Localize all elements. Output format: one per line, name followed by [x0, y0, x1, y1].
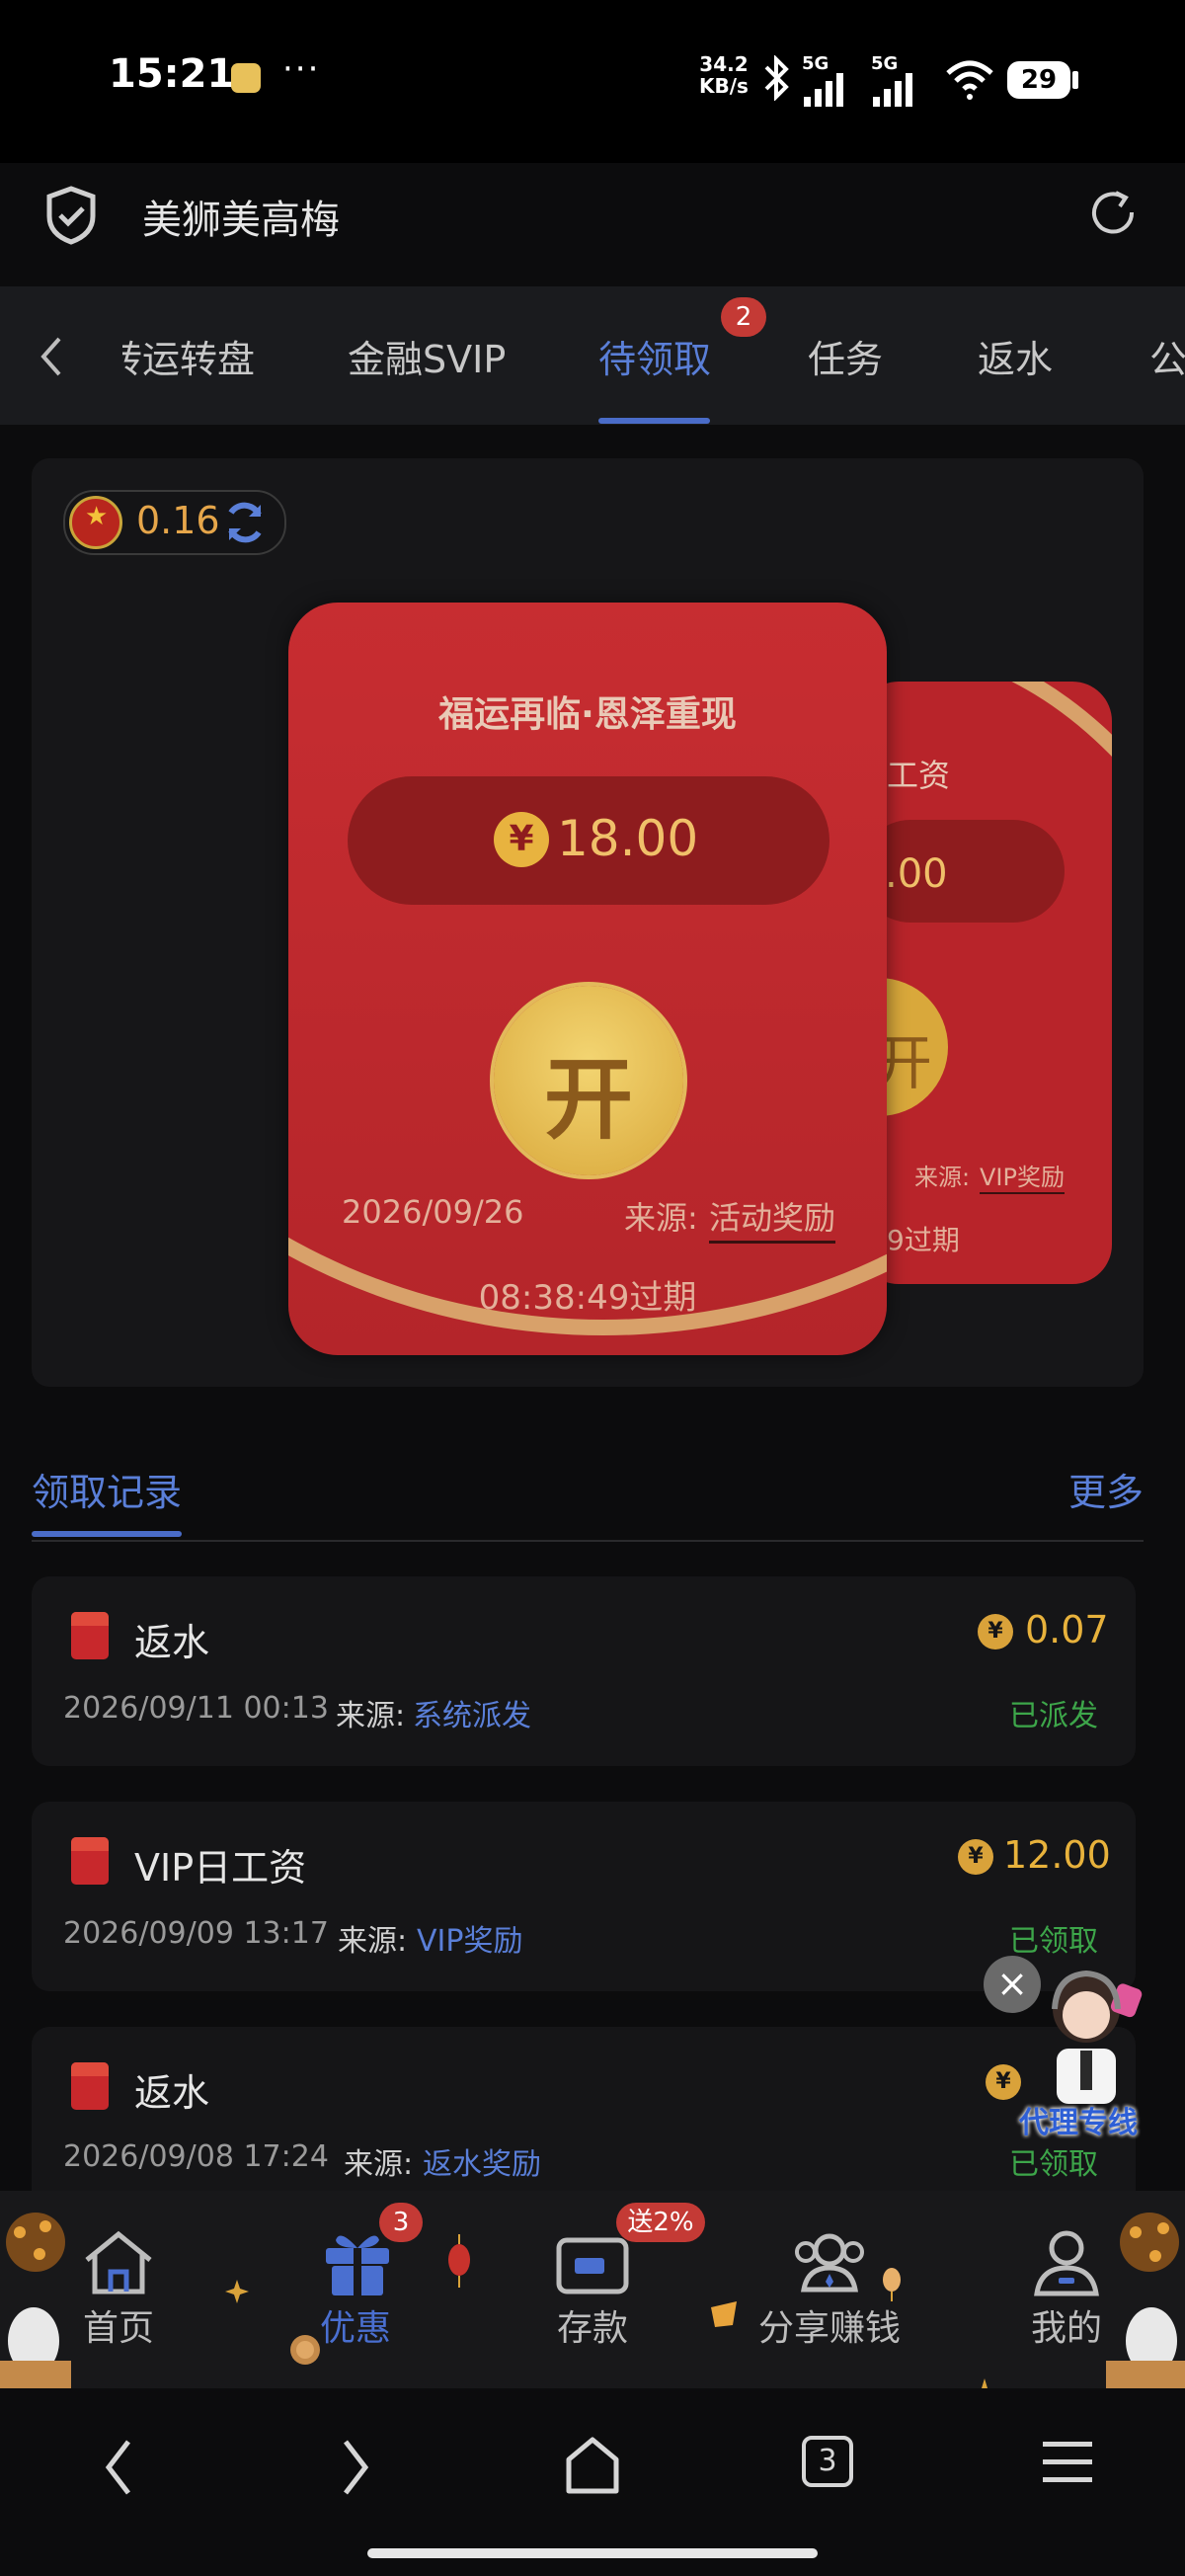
agent-close-button[interactable]: × [984, 1956, 1041, 2013]
envelope-expire-countdown: 08:38:49过期 [478, 1278, 697, 1318]
battery-indicator: 29 [1007, 61, 1070, 99]
agent-hotline-label[interactable]: 代理专线 [1019, 2098, 1138, 2141]
record-source: 系统派发 [413, 1699, 531, 1733]
signal-1-icon: 5G [802, 55, 847, 113]
record-status: 已派发 [1009, 1699, 1098, 1733]
envelope-next-source-label: 来源: [914, 1164, 971, 1191]
browser-menu-icon[interactable] [1041, 2440, 1094, 2485]
yen-icon: ¥ [958, 1839, 993, 1875]
lantern-decoration-icon [883, 2268, 901, 2301]
tab-tasks[interactable]: 任务 [808, 329, 883, 383]
pending-count-badge: 2 [721, 297, 766, 337]
notification-app-icon [231, 63, 261, 93]
wallet-balance: 0.16 [136, 499, 220, 542]
nav-home-label: 首页 [82, 2308, 154, 2349]
status-time: 15:21 [109, 51, 235, 97]
record-source-label: 来源: [336, 1699, 406, 1733]
bluetooth-icon [764, 55, 789, 101]
shield-check-icon[interactable] [43, 185, 99, 246]
record-amount: 0.07 [1025, 1608, 1109, 1651]
home-icon [85, 2230, 152, 2294]
envelope-amount: 18.00 [557, 810, 699, 867]
records-divider [32, 1540, 1144, 1542]
envelope-next-expire: 9过期 [887, 1224, 960, 1256]
user-profile-icon [1034, 2230, 1099, 2296]
gesture-home-indicator[interactable] [367, 2548, 818, 2558]
deposit-bonus-badge: 送2% [616, 2203, 705, 2242]
browser-tabs-button[interactable]: 3 [802, 2436, 853, 2487]
record-date: 2026/09/09 13:17 [63, 1916, 329, 1951]
claim-records-more-link[interactable]: 更多 [1068, 1462, 1144, 1516]
record-source: 返水奖励 [423, 2147, 541, 2182]
more-notifications-icon: ··· [282, 49, 321, 89]
nav-share-earn-label: 分享赚钱 [757, 2308, 901, 2349]
signal-1-label: 5G [802, 53, 830, 74]
net-speed-unit: KB/s [699, 74, 749, 98]
tab-finance-svip[interactable]: 金融SVIP [348, 329, 506, 383]
flag-star-icon: ★ [85, 502, 109, 531]
envelope-next-source[interactable]: VIP奖励 [980, 1158, 1065, 1194]
red-packet-icon [71, 2062, 109, 2110]
record-date: 2026/09/11 00:13 [63, 1691, 329, 1726]
mooncake-decoration-icon [290, 2335, 320, 2365]
record-source: VIP奖励 [417, 1924, 523, 1959]
gift-icon [326, 2235, 389, 2295]
record-source-label: 来源: [338, 1924, 408, 1959]
page-title: 美狮美高梅 [142, 198, 340, 243]
sparkle-decoration-icon [225, 2280, 249, 2303]
browser-forward-icon[interactable] [336, 2436, 375, 2499]
record-name: 返水 [134, 2071, 210, 2115]
record-status: 已领取 [1009, 1924, 1098, 1959]
net-speed-value: 34.2 [699, 52, 749, 76]
record-amount: 12.00 [1003, 1833, 1111, 1877]
envelope-source-link[interactable]: 活动奖励 [709, 1193, 836, 1244]
signal-2-icon: 5G [871, 55, 916, 113]
wallet-icon [556, 2237, 629, 2294]
browser-back-icon[interactable] [99, 2436, 138, 2499]
red-packet-icon [71, 1612, 109, 1659]
claim-records-title[interactable]: 领取记录 [32, 1462, 182, 1516]
open-button-label: 开 [544, 1048, 633, 1152]
users-share-icon [795, 2233, 864, 2293]
envelope-next-amount: .00 [885, 851, 948, 897]
tab-pending-claim[interactable]: 待领取 [598, 329, 711, 383]
record-name: VIP日工资 [134, 1846, 307, 1890]
tab-announcement[interactable]: 公 [1149, 329, 1185, 383]
nav-profile-label: 我的 [1030, 2308, 1102, 2349]
refresh-icon[interactable] [1086, 187, 1140, 240]
records-tab-indicator [32, 1531, 182, 1537]
lantern-decoration-icon [448, 2234, 470, 2288]
lantern-decoration-icon [711, 2301, 737, 2327]
tab-rebate[interactable]: 返水 [978, 329, 1053, 383]
tab-lucky-wheel[interactable]: 转运转盘 [122, 329, 255, 383]
promotions-count-badge: 3 [379, 2203, 423, 2242]
envelope-source-label: 来源: [624, 1199, 698, 1237]
record-source-label: 来源: [344, 2147, 414, 2182]
battery-tip [1072, 71, 1078, 89]
record-name: 返水 [134, 1621, 210, 1664]
yen-icon: ¥ [978, 1614, 1013, 1650]
nav-deposit-label: 存款 [556, 2308, 628, 2349]
network-speed: 34.2 KB/s [699, 53, 749, 97]
record-date: 2026/09/08 17:24 [63, 2139, 329, 2174]
envelope-date: 2026/09/26 [342, 1193, 524, 1231]
browser-home-icon[interactable] [563, 2434, 622, 2497]
tabs-scroll-left-icon[interactable] [36, 333, 65, 380]
red-packet-icon [71, 1837, 109, 1885]
yen-icon: ¥ [494, 812, 549, 867]
envelope-next-title: 工资 [887, 757, 951, 794]
record-item[interactable] [32, 1576, 1136, 1766]
wifi-icon [946, 60, 993, 100]
yen-icon: ¥ [986, 2064, 1021, 2100]
signal-2-label: 5G [871, 53, 899, 74]
record-item[interactable] [32, 1802, 1136, 1991]
balance-reload-icon[interactable] [219, 497, 271, 548]
active-tab-indicator [598, 418, 710, 424]
envelope-title: 福运再临·恩泽重现 [438, 694, 737, 735]
